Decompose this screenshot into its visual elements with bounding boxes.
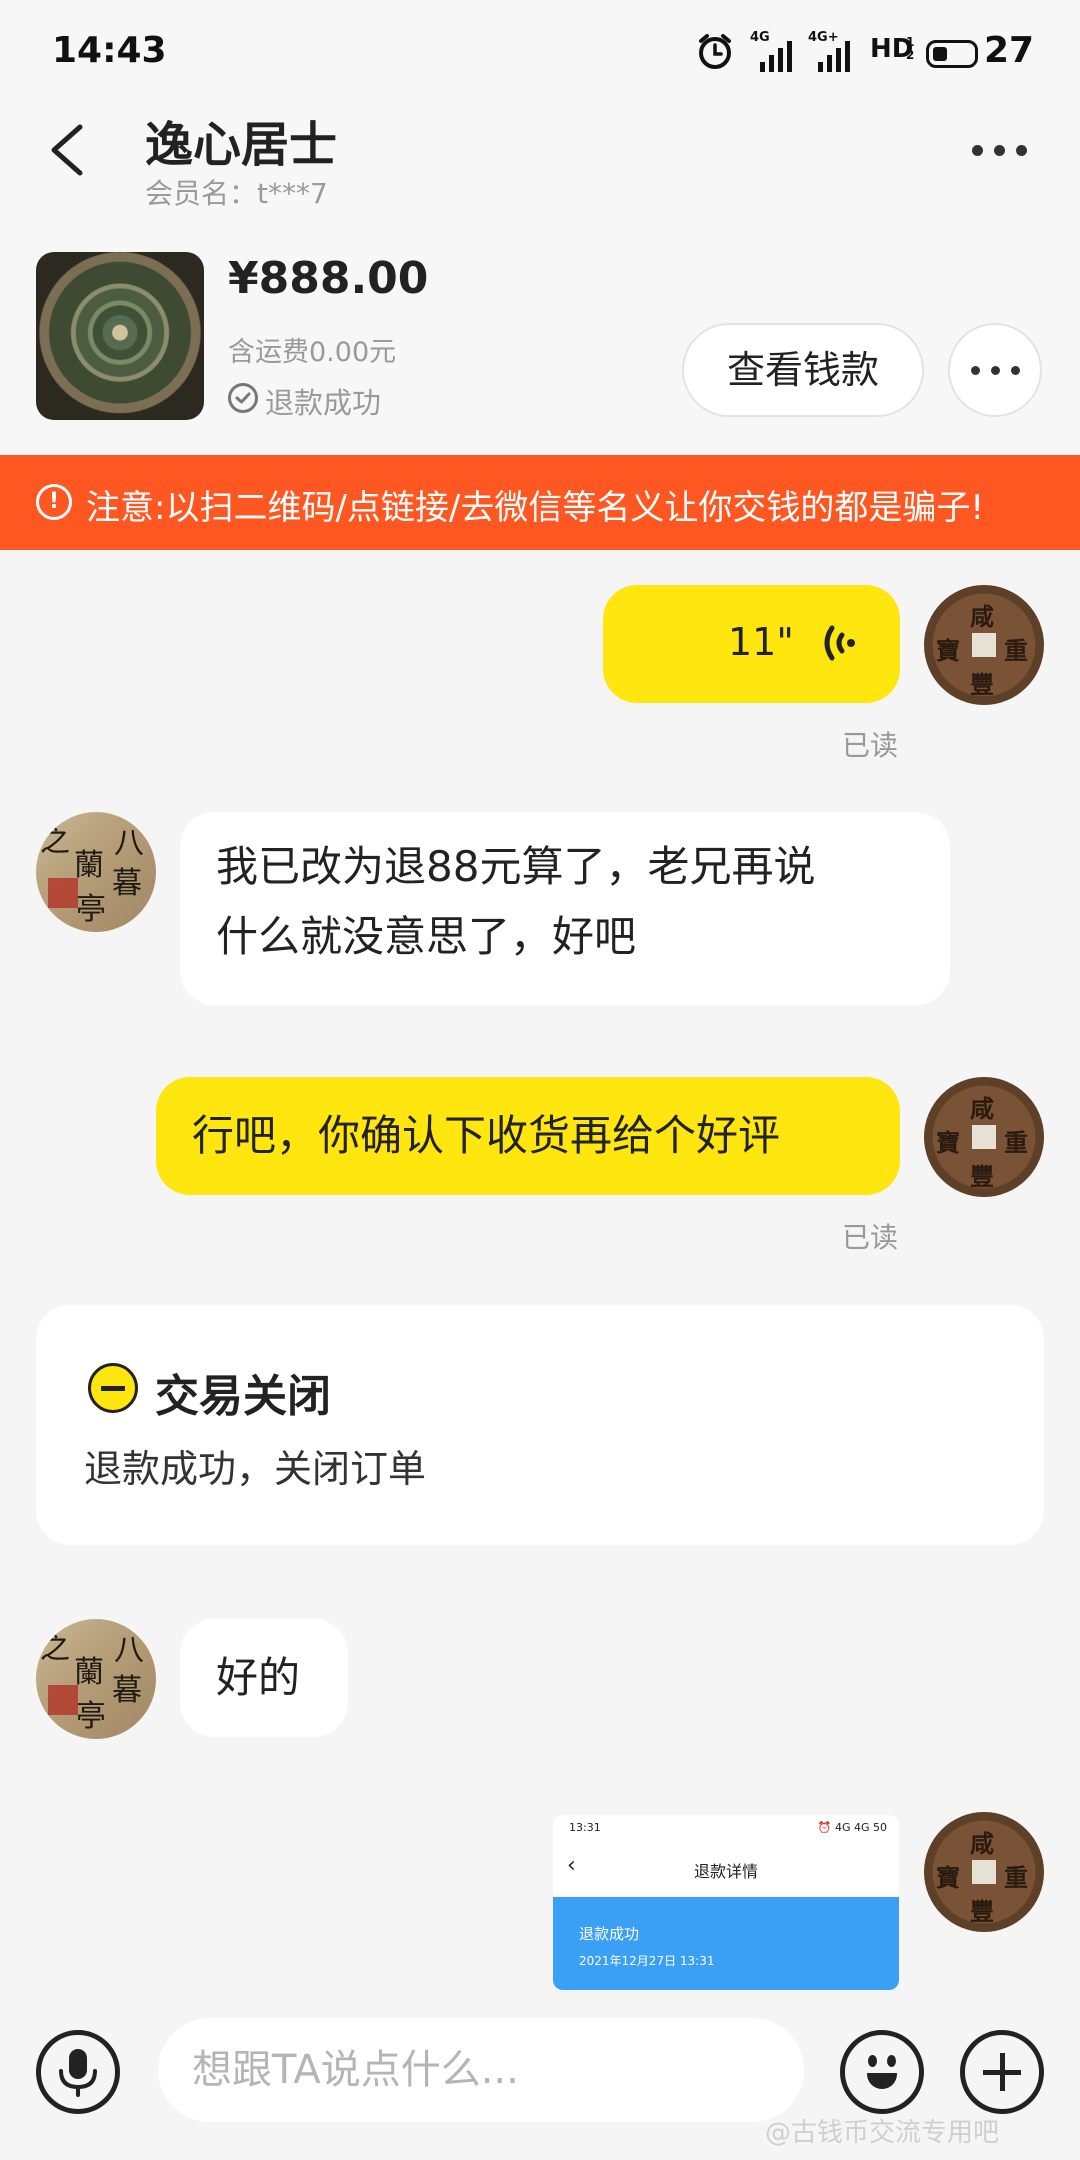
mic-button[interactable] (36, 2030, 120, 2114)
voice-wave-icon (824, 625, 855, 661)
image-refund-panel: 退款成功 2021年12月27日 13:31 (553, 1897, 899, 1990)
image-status-bar: 13:31 ⏰ 4G 4G 50 (569, 1821, 887, 1834)
image-message[interactable]: 13:31 ⏰ 4G 4G 50 ‹ 退款详情 退款成功 2021年12月27日… (553, 1815, 899, 1990)
member-name: 会员名：t***7 (145, 177, 328, 210)
product-price: ¥888.00 (228, 253, 429, 304)
battery-level: 27 (984, 30, 1035, 71)
chat-title: 逸心居士 (145, 117, 338, 173)
card-more-button[interactable] (948, 323, 1042, 417)
my-avatar[interactable]: 咸 重 寶 豐 (924, 585, 1044, 705)
shipping-fee: 含运费0.00元 (228, 337, 397, 368)
contact-avatar[interactable]: 八 暮 蘭 亭 之 (36, 1619, 156, 1739)
my-avatar[interactable]: 咸 重 寶 豐 (924, 1077, 1044, 1197)
view-coin-button[interactable]: 查看钱款 (682, 323, 924, 417)
more-button[interactable] (960, 125, 1040, 175)
trade-closed-title: 交易关闭 (155, 1371, 331, 1422)
check-circle-icon (228, 383, 258, 413)
product-thumbnail[interactable] (36, 252, 204, 420)
message-bubble-received[interactable]: 好的 (180, 1619, 348, 1737)
status-time: 14:43 (52, 30, 167, 71)
read-receipt: 已读 (842, 1221, 899, 1254)
trade-closed-card[interactable] (36, 1305, 1044, 1545)
alert-icon: ! (36, 484, 72, 520)
watermark: @古钱币交流专用吧 (765, 2118, 1000, 2148)
trade-closed-description: 退款成功，关闭订单 (84, 1447, 427, 1491)
warning-text: 注意:以扫二维码/点链接/去微信等名义让你交钱的都是骗子! (86, 488, 984, 528)
refund-status: 退款成功 (265, 386, 382, 420)
message-text: 好的 (216, 1653, 301, 1702)
message-text-line: 我已改为退88元算了，老兄再说 (216, 842, 816, 891)
battery-icon (926, 40, 978, 68)
minus-circle-icon (88, 1363, 138, 1413)
read-receipt: 已读 (842, 729, 899, 762)
message-bubble-sent[interactable]: 行吧，你确认下收货再给个好评 (156, 1077, 900, 1195)
emoji-button[interactable] (840, 2030, 924, 2114)
message-input[interactable] (158, 2018, 804, 2122)
add-button[interactable] (960, 2030, 1044, 2114)
microphone-icon (59, 2049, 97, 2097)
hd-sub-label: 1 2 (906, 35, 916, 62)
message-bubble-received[interactable]: 我已改为退88元算了，老兄再说 什么就没意思了，好吧 (180, 812, 950, 1005)
message-text: 行吧，你确认下收货再给个好评 (192, 1111, 781, 1160)
alarm-icon (699, 34, 731, 69)
my-avatar[interactable]: 咸 重 寶 豐 (924, 1812, 1044, 1932)
back-button[interactable] (40, 115, 100, 185)
voice-duration: 11" (728, 620, 794, 664)
chevron-left-icon (51, 124, 83, 176)
message-text-line: 什么就没意思了，好吧 (216, 912, 637, 961)
image-nav-bar: ‹ 退款详情 (567, 1853, 758, 1881)
contact-avatar[interactable]: 八 暮 蘭 亭 之 (36, 812, 156, 932)
